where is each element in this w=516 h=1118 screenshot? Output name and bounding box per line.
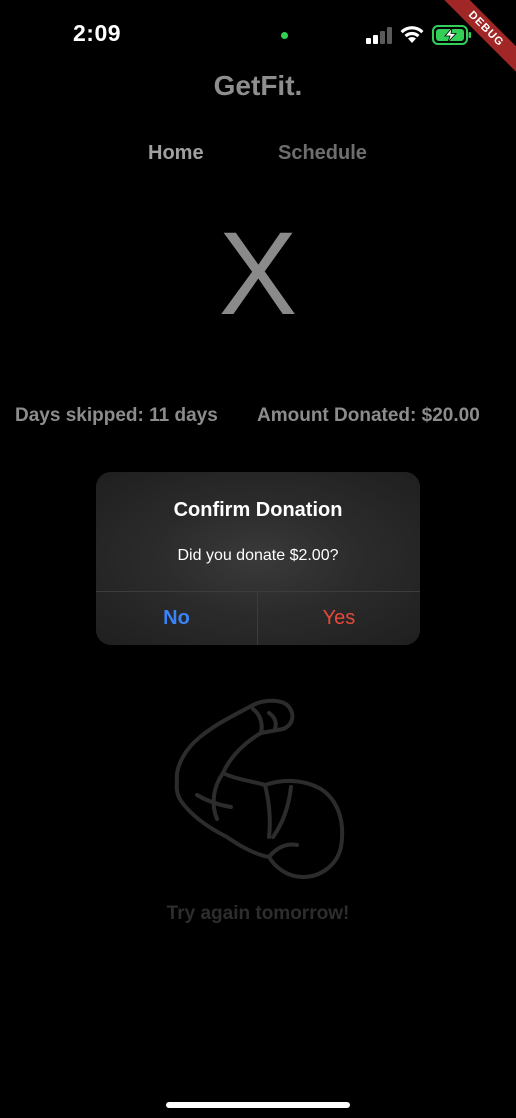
tab-schedule[interactable]: Schedule <box>278 142 367 165</box>
no-button[interactable]: No <box>96 592 257 645</box>
camera-indicator-dot <box>281 32 288 39</box>
cellular-signal-icon <box>366 27 392 44</box>
tab-home[interactable]: Home <box>148 142 204 165</box>
app-title: GetFit. <box>213 70 303 101</box>
status-x-mark: X <box>218 208 298 340</box>
wifi-icon <box>400 26 424 43</box>
battery-charging-icon <box>432 25 471 45</box>
try-again-message: Try again tomorrow! <box>166 903 350 924</box>
amount-donated-stat: Amount Donated: $20.00 <box>257 405 480 426</box>
status-time: 2:09 <box>73 20 122 46</box>
dialog-title: Confirm Donation <box>173 499 343 521</box>
yes-button[interactable]: Yes <box>258 592 420 645</box>
status-bar: 2:09 <box>0 0 516 70</box>
home-indicator[interactable] <box>166 1102 350 1108</box>
dialog-message: Did you donate $2.00? <box>177 547 339 564</box>
days-skipped-stat: Days skipped: 11 days <box>15 405 218 426</box>
confirm-donation-dialog: Confirm Donation Did you donate $2.00? N… <box>96 472 420 645</box>
flexed-arm-icon <box>174 698 345 879</box>
